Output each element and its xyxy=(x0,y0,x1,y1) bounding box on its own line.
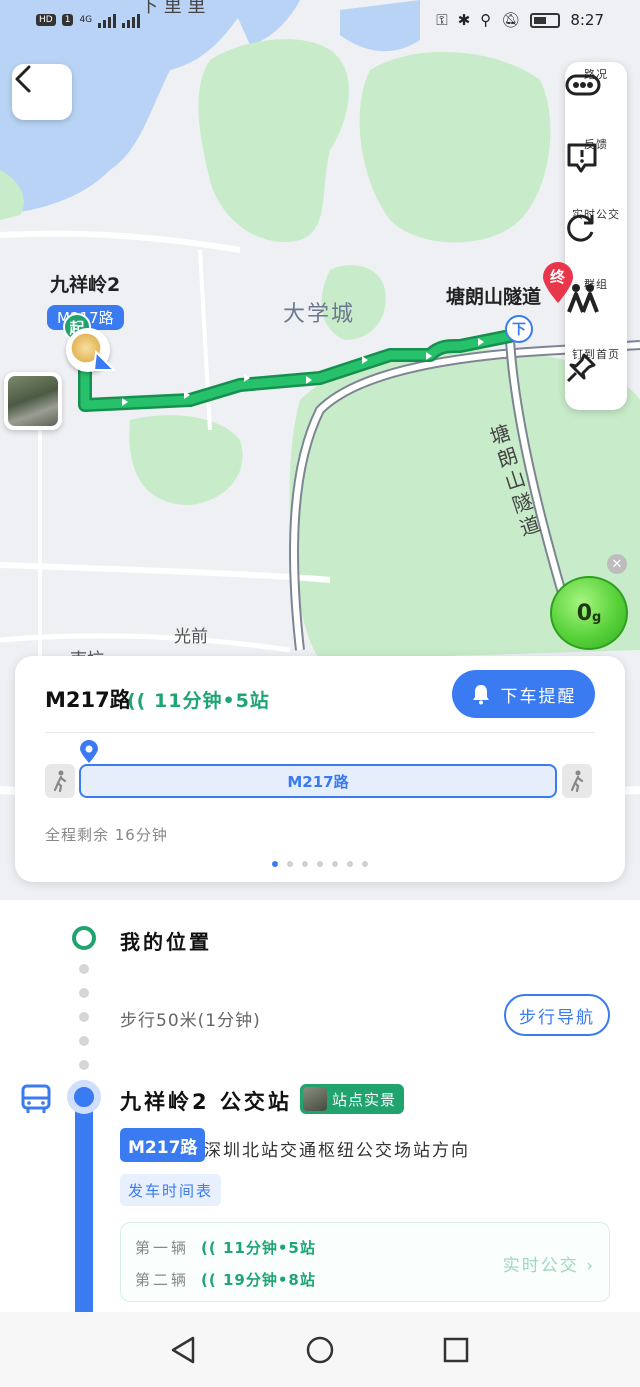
arrival-ordinal: 第一辆 xyxy=(135,1239,190,1257)
refresh-icon xyxy=(567,214,594,242)
bell-icon xyxy=(472,685,489,705)
walk-end-icon xyxy=(562,764,592,798)
square-recents-icon xyxy=(443,1337,469,1363)
current-position-pin-icon xyxy=(80,740,98,763)
trip-progress-bar: M217路 xyxy=(79,764,557,798)
map-road xyxy=(0,562,331,583)
bus-segment-line xyxy=(75,1096,93,1312)
feedback-button[interactable]: 反馈 xyxy=(565,132,627,204)
arrival-ordinal: 第二辆 xyxy=(135,1271,190,1289)
heading-arrow-icon xyxy=(92,350,116,371)
map-toolbar: 路况 反馈 实时公交 群组 钉到首页 xyxy=(565,62,627,410)
route-info-card[interactable]: M217路 (( 11分钟•5站 下车提醒 M217路 全程剩余 16分钟 xyxy=(15,656,625,882)
map-park-area xyxy=(359,51,551,243)
route-direction: 深圳北站交通枢纽公交场站方向 xyxy=(204,1141,470,1161)
my-location-icon xyxy=(72,926,96,950)
card-divider xyxy=(45,732,595,733)
pin-home-button[interactable]: 钉到首页 xyxy=(565,342,627,414)
back-button[interactable] xyxy=(12,64,72,120)
bluetooth-icon: ✱ xyxy=(457,11,471,29)
live-signal-icon: (( xyxy=(201,1239,223,1257)
live-arrival-info: (( 11分钟•5站 xyxy=(127,686,270,713)
chevron-left-icon xyxy=(15,65,31,93)
map-label-guangqian: 光前 xyxy=(174,627,208,647)
circle-home-icon xyxy=(306,1336,334,1364)
card-page-indicator xyxy=(15,861,625,867)
location-icon: ⚲ xyxy=(480,11,492,29)
system-nav-bar xyxy=(0,1312,640,1387)
walk-navigation-button[interactable]: 步行导航 xyxy=(504,994,610,1036)
remaining-time: 全程剩余 16分钟 xyxy=(45,826,168,844)
energy-unit: g xyxy=(592,609,602,625)
status-bar: HD 1 4G ⚿ ✱ ⚲ 🔕︎ 8:27 xyxy=(0,0,640,44)
network-type: 4G xyxy=(79,15,93,25)
live-signal-icon: (( xyxy=(127,690,147,712)
traffic-icon xyxy=(565,74,601,96)
end-pin-icon: 终 xyxy=(541,262,575,304)
bus-stop-name: 九祥岭2 公交站 xyxy=(120,1090,292,1114)
live-signal-icon: (( xyxy=(201,1271,223,1289)
energy-close-button[interactable]: ✕ xyxy=(607,554,627,574)
start-stop-label: 九祥岭2 xyxy=(50,274,121,296)
page-dot xyxy=(302,861,308,867)
page-dot xyxy=(362,861,368,867)
end-stop-label: 塘朗山隧道 xyxy=(446,286,542,308)
map-label-university: 大学城 xyxy=(283,302,356,327)
nav-recents-button[interactable] xyxy=(438,1332,474,1368)
realtime-bus-link[interactable]: 实时公交 › xyxy=(503,1251,595,1276)
nav-home-button[interactable] xyxy=(302,1332,338,1368)
arrival-row: 第二辆 (( 19分钟•8站 xyxy=(135,1269,316,1290)
hd-indicator: HD xyxy=(36,14,56,26)
map-park-area xyxy=(129,415,243,505)
triangle-back-icon xyxy=(171,1336,195,1364)
alight-reminder-label: 下车提醒 xyxy=(500,686,577,707)
pin-icon xyxy=(566,353,596,383)
signal-2-icon xyxy=(122,12,141,28)
arrival-row: 第一辆 (( 11分钟•5站 xyxy=(135,1237,316,1258)
alight-reminder-button[interactable]: 下车提醒 xyxy=(452,670,595,718)
page-dot xyxy=(317,861,323,867)
route-steps: 我的位置 步行50米(1分钟) 步行导航 九祥岭2 公交站 站点实景 M217路… xyxy=(0,900,640,1312)
clock: 8:27 xyxy=(570,11,604,29)
arrival-info: (( 19分钟•8站 xyxy=(201,1271,316,1289)
signal-icon xyxy=(98,12,117,28)
route-name: M217路 xyxy=(45,688,131,712)
map-park-area xyxy=(198,39,349,242)
timetable-button[interactable]: 发车时间表 xyxy=(120,1174,222,1206)
stop-live-view-button[interactable]: 站点实景 xyxy=(300,1084,405,1114)
stop-photo-thumbnail xyxy=(303,1087,327,1111)
street-photo-thumbnail[interactable] xyxy=(4,372,62,430)
battery-icon xyxy=(530,12,561,28)
map-road xyxy=(0,230,241,253)
map-road xyxy=(0,633,291,653)
walk-start-icon xyxy=(45,764,75,798)
traffic-button[interactable]: 路况 xyxy=(565,62,627,134)
sim-indicator: 1 xyxy=(61,14,74,26)
bus-stop-marker xyxy=(67,1080,101,1114)
walk-step-text: 步行50米(1分钟) xyxy=(120,1011,261,1031)
nav-back-button[interactable] xyxy=(165,1332,201,1368)
page-dot xyxy=(347,861,353,867)
energy-value: 0 xyxy=(576,600,592,626)
energy-ball[interactable]: 0g xyxy=(550,576,628,650)
arrival-info: (( 11分钟•5站 xyxy=(201,1239,316,1257)
route-badge[interactable]: M217路 xyxy=(120,1128,206,1162)
page-dot xyxy=(272,861,278,867)
stop-live-view-label: 站点实景 xyxy=(332,1090,397,1109)
feedback-icon xyxy=(567,143,597,173)
page-dot xyxy=(287,861,293,867)
alight-badge: 下 xyxy=(505,315,533,343)
live-arrival-text: 11分钟•5站 xyxy=(154,690,270,712)
bus-icon xyxy=(21,1084,51,1113)
my-location-label: 我的位置 xyxy=(120,930,212,954)
end-badge: 终 xyxy=(550,268,566,286)
page-dot xyxy=(332,861,338,867)
mute-icon: 🔕︎ xyxy=(501,11,521,29)
arrivals-panel[interactable]: 第一辆 (( 11分钟•5站 第二辆 (( 19分钟•8站 实时公交 › xyxy=(120,1222,610,1302)
key-icon: ⚿ xyxy=(436,11,448,29)
